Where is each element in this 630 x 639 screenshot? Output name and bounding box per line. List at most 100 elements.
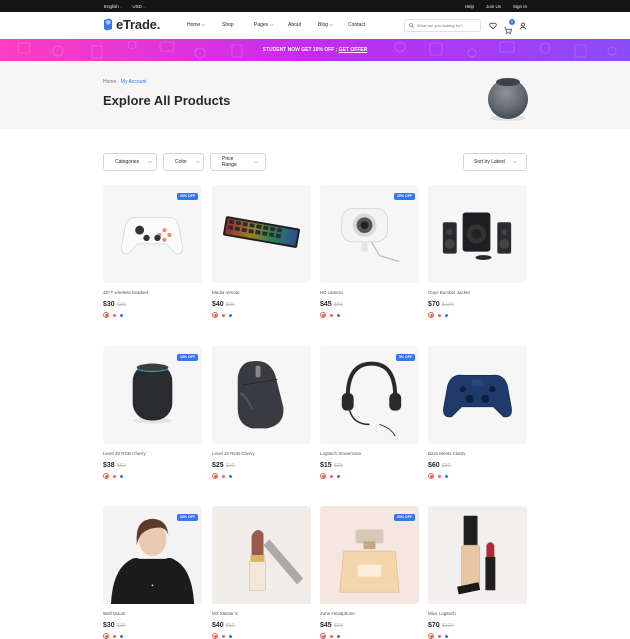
color-swatch[interactable] xyxy=(212,473,218,479)
color-swatch[interactable] xyxy=(229,474,232,478)
color-swatch[interactable] xyxy=(120,634,123,638)
product-image[interactable] xyxy=(212,185,311,283)
nav-item-blog[interactable]: Blog ⌵ xyxy=(318,22,348,28)
color-swatch[interactable] xyxy=(438,313,441,317)
product-name[interactable]: Zone Headphone xyxy=(320,611,419,619)
product-image[interactable]: ● 20% OFF xyxy=(103,506,202,604)
logo-text: eTrade. xyxy=(116,17,161,32)
product-image[interactable]: 20% OFF xyxy=(103,185,202,283)
product-image[interactable] xyxy=(428,185,527,283)
color-swatch[interactable] xyxy=(113,634,116,638)
discount-badge: 20% OFF xyxy=(177,193,198,200)
color-swatch[interactable] xyxy=(222,313,225,317)
color-swatch[interactable] xyxy=(438,474,441,478)
color-filter[interactable]: Color ⌵ xyxy=(163,153,204,171)
nav-item-about[interactable]: About xyxy=(288,22,318,28)
color-swatch[interactable] xyxy=(428,473,434,479)
categories-filter[interactable]: Categories ⌵ xyxy=(103,153,157,171)
nav-item-pages[interactable]: Pages ⌵ xyxy=(254,22,288,28)
product-card[interactable]: 20% OFF Zone Headphone $45 $60 xyxy=(320,506,419,639)
product-name[interactable]: Logitech Streamcam xyxy=(320,451,419,459)
nav-item-contact[interactable]: Contact xyxy=(348,22,378,28)
product-card[interactable]: Level 20 RGB Cherry $25 $40 xyxy=(212,346,311,479)
product-name[interactable]: Level 20 RGB Cherry xyxy=(103,451,202,459)
product-image[interactable]: 20% OFF xyxy=(320,185,419,283)
nav-item-home[interactable]: Home ⌵ xyxy=(187,22,222,28)
color-swatch[interactable] xyxy=(330,634,333,638)
user-icon[interactable] xyxy=(519,22,527,30)
color-swatch[interactable] xyxy=(103,312,109,318)
color-swatch[interactable] xyxy=(222,634,225,638)
top-bar: English⌵ USD⌵ Help Join Us Sign In xyxy=(0,0,630,12)
product-name[interactable]: 3D™ wireless headset xyxy=(103,290,202,298)
sign-in-link[interactable]: Sign In xyxy=(513,4,527,9)
heart-icon[interactable] xyxy=(489,22,497,30)
help-link[interactable]: Help xyxy=(465,4,474,9)
product-image[interactable]: 5% OFF xyxy=(320,346,419,444)
language-select[interactable]: English⌵ xyxy=(104,4,122,9)
product-old-price: $30 xyxy=(116,623,126,629)
product-image[interactable]: 15% OFF xyxy=(103,346,202,444)
product-card[interactable]: 15% OFF Level 20 RGB Cherry $38 $50 xyxy=(103,346,202,479)
color-swatch[interactable] xyxy=(120,313,123,317)
product-card[interactable]: MX Master 3 $40 $50 xyxy=(212,506,311,639)
color-swatch[interactable] xyxy=(445,313,448,317)
color-swatch[interactable] xyxy=(222,474,225,478)
join-us-link[interactable]: Join Us xyxy=(486,4,501,9)
product-card[interactable]: 5% OFF Logitech Streamcam $15 $20 xyxy=(320,346,419,479)
product-card[interactable]: Media remote $40 $30 xyxy=(212,185,311,318)
cart-button[interactable]: 0 xyxy=(504,19,515,35)
cosmetics-icon xyxy=(428,506,527,604)
color-swatch[interactable] xyxy=(229,313,232,317)
color-swatch[interactable] xyxy=(320,312,326,318)
color-swatch[interactable] xyxy=(337,474,340,478)
product-name[interactable]: MX Master 3 xyxy=(212,611,311,619)
product-name[interactable]: Level 20 RGB Cherry xyxy=(212,451,311,459)
product-card[interactable]: Bass Meets Clarity $60 $80 xyxy=(428,346,527,479)
product-image[interactable] xyxy=(212,506,311,604)
product-image[interactable]: 20% OFF xyxy=(320,506,419,604)
color-swatch[interactable] xyxy=(229,634,232,638)
product-name[interactable]: Media remote xyxy=(212,290,311,298)
product-image[interactable] xyxy=(428,346,527,444)
color-swatch[interactable] xyxy=(337,313,340,317)
color-swatch[interactable] xyxy=(445,634,448,638)
color-swatch[interactable] xyxy=(428,312,434,318)
color-swatch[interactable] xyxy=(438,634,441,638)
product-card[interactable]: Guys Bomber Jacket $70 $100 xyxy=(428,185,527,318)
get-offer-link[interactable]: GET OFFER xyxy=(339,47,368,53)
color-swatch[interactable] xyxy=(103,633,109,639)
product-card[interactable]: Mice Logitech $70 $100 xyxy=(428,506,527,639)
color-swatch[interactable] xyxy=(120,474,123,478)
logo[interactable]: eTrade. xyxy=(103,17,160,32)
color-swatch[interactable] xyxy=(330,313,333,317)
sort-select[interactable]: Sort by Latest ⌵ xyxy=(463,153,527,171)
color-swatch[interactable] xyxy=(113,313,116,317)
product-name[interactable]: Wall Mount xyxy=(103,611,202,619)
color-swatch[interactable] xyxy=(113,474,116,478)
color-swatch[interactable] xyxy=(212,312,218,318)
color-swatch[interactable] xyxy=(320,633,326,639)
product-name[interactable]: Bass Meets Clarity xyxy=(428,451,527,459)
product-image[interactable] xyxy=(212,346,311,444)
product-card[interactable]: ● 20% OFF Wall Mount $30 $30 xyxy=(103,506,202,639)
product-name[interactable]: HD camera xyxy=(320,290,419,298)
color-swatch[interactable] xyxy=(320,473,326,479)
product-image[interactable] xyxy=(428,506,527,604)
color-swatch[interactable] xyxy=(103,473,109,479)
color-swatch[interactable] xyxy=(428,633,434,639)
product-old-price: $30 xyxy=(116,302,126,308)
nav-item-shop[interactable]: Shop xyxy=(222,22,254,28)
breadcrumb-home[interactable]: Home xyxy=(103,79,116,85)
color-swatch[interactable] xyxy=(337,634,340,638)
currency-select[interactable]: USD⌵ xyxy=(132,4,145,9)
product-name[interactable]: Guys Bomber Jacket xyxy=(428,290,527,298)
color-swatch[interactable] xyxy=(330,474,333,478)
product-card[interactable]: 20% OFF HD camera $45 $60 xyxy=(320,185,419,318)
color-swatch[interactable] xyxy=(212,633,218,639)
search-input[interactable] xyxy=(417,23,479,28)
product-name[interactable]: Mice Logitech xyxy=(428,611,527,619)
product-card[interactable]: 20% OFF 3D™ wireless headset $30 $30 xyxy=(103,185,202,318)
color-swatch[interactable] xyxy=(445,474,448,478)
price-range-filter[interactable]: Price Range ⌵ xyxy=(210,153,266,171)
